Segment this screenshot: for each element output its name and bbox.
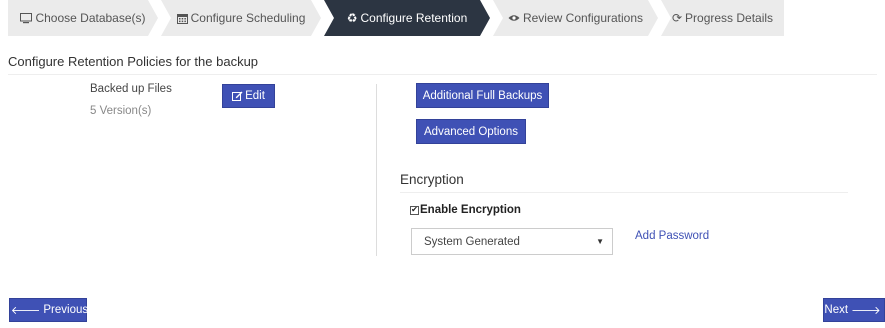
calendar-icon	[176, 13, 188, 24]
wizard-steps: Choose Database(s) Configure Scheduling …	[8, 0, 788, 36]
refresh-icon: ⟳	[671, 11, 683, 25]
monitor-icon	[20, 12, 33, 24]
step-choose-databases[interactable]: Choose Database(s)	[8, 0, 158, 36]
enable-encryption-label[interactable]: Enable Encryption	[420, 204, 521, 216]
advanced-options-button[interactable]: Advanced Options	[416, 119, 526, 144]
password-type-selected: System Generated	[424, 235, 520, 248]
eye-icon	[508, 14, 520, 22]
password-type-select[interactable]: System Generated ▼	[411, 228, 613, 255]
enable-encryption-checkbox[interactable]: ✔	[410, 205, 419, 215]
arrow-right-icon: 🡒	[851, 305, 881, 317]
step-configure-retention[interactable]: ♻ Configure Retention	[324, 0, 490, 36]
step-review-configurations[interactable]: Review Configurations	[493, 0, 658, 36]
backed-up-files-label: Backed up Files	[90, 83, 172, 95]
step-label: Configure Retention	[360, 11, 468, 25]
previous-button-label: Previous	[43, 304, 89, 316]
enable-encryption-row[interactable]: ✔ Enable Encryption	[410, 204, 521, 216]
edit-icon	[232, 91, 243, 101]
edit-button-label: Edit	[245, 90, 265, 102]
encryption-divider	[400, 192, 848, 193]
previous-button[interactable]: 🡐 Previous	[9, 298, 89, 322]
next-button-label: Next	[824, 304, 849, 316]
backed-up-files-value: 5 Version(s)	[90, 105, 152, 117]
arrow-left-icon: 🡐	[10, 305, 41, 317]
step-label: Review Configurations	[522, 11, 644, 25]
vertical-divider	[376, 84, 377, 256]
add-password-link[interactable]: Add Password	[635, 230, 709, 242]
next-button[interactable]: Next 🡒	[823, 298, 885, 322]
step-progress-details[interactable]: ⟳ Progress Details	[661, 0, 784, 36]
step-label: Choose Database(s)	[35, 11, 146, 25]
step-label: Configure Scheduling	[190, 11, 306, 25]
chevron-down-icon: ▼	[596, 237, 604, 246]
page-title: Configure Retention Policies for the bac…	[8, 54, 259, 69]
step-configure-scheduling[interactable]: Configure Scheduling	[161, 0, 321, 36]
step-label: Progress Details	[685, 11, 774, 25]
recycle-icon: ♻	[346, 11, 358, 25]
encryption-heading: Encryption	[400, 172, 464, 187]
edit-button[interactable]: Edit	[222, 84, 275, 108]
additional-full-backups-button[interactable]: Additional Full Backups	[416, 83, 549, 108]
title-divider	[8, 74, 877, 75]
